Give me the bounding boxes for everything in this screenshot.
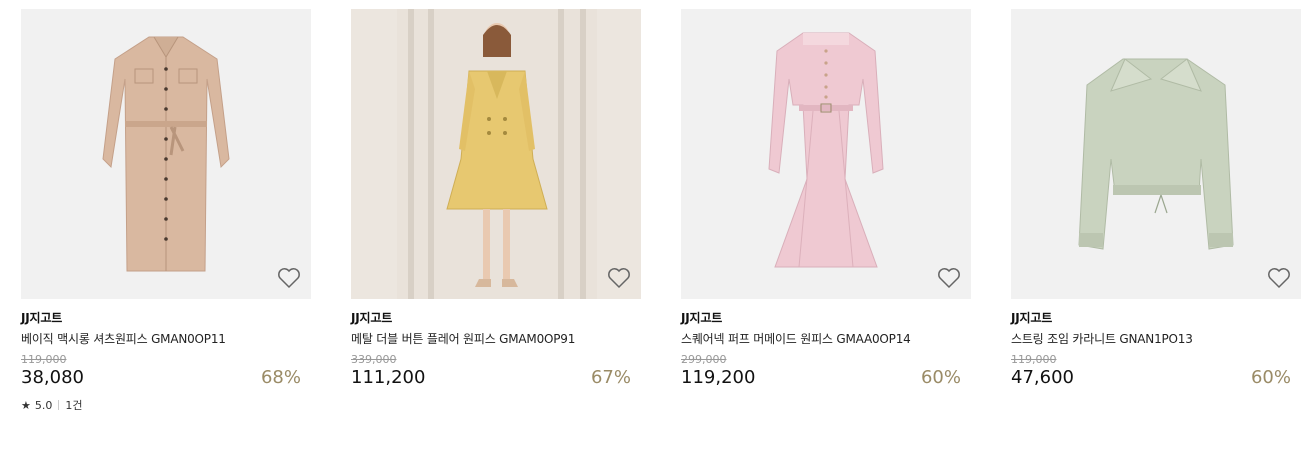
discount-rate: 67% [590,367,631,388]
discount-rate: 60% [920,367,961,388]
product-card[interactable]: JJ지고트 메탈 더블 버튼 플레어 원피스 GMAM0OP91 339,000… [351,9,641,389]
brand-name[interactable]: JJ지고트 [21,309,311,326]
original-price: 299,000 [681,353,727,366]
product-image[interactable] [1011,9,1301,299]
wishlist-heart-icon[interactable] [937,267,961,289]
sale-price: 119,200 [681,367,756,388]
product-name[interactable]: 스퀘어넥 퍼프 머메이드 원피스 GMAA0OP14 [681,330,971,347]
sale-price: 38,080 [21,367,84,388]
discount-rate: 68% [260,367,301,388]
product-image[interactable] [681,9,971,299]
brand-name[interactable]: JJ지고트 [351,309,641,326]
rating-value: 5.0 [34,398,53,412]
product-card[interactable]: JJ지고트 스퀘어넥 퍼프 머메이드 원피스 GMAA0OP14 299,000… [681,9,971,389]
wishlist-heart-icon[interactable] [277,267,301,289]
review-count: 1건 [65,399,83,412]
original-price: 339,000 [351,353,397,366]
brand-name[interactable]: JJ지고트 [1011,309,1301,326]
discount-rate: 60% [1250,367,1291,388]
sale-price: 111,200 [351,367,426,388]
original-price: 119,000 [1011,353,1057,366]
brand-name[interactable]: JJ지고트 [681,309,971,326]
original-price: 119,000 [21,353,67,366]
wishlist-heart-icon[interactable] [1267,267,1291,289]
product-name[interactable]: 메탈 더블 버튼 플레어 원피스 GMAM0OP91 [351,330,641,347]
product-image[interactable] [21,9,311,299]
product-image[interactable] [351,9,641,299]
divider [58,400,60,410]
product-card[interactable]: JJ지고트 베이직 맥시롱 셔츠원피스 GMAN0OP11 119,000 38… [21,9,311,413]
product-name[interactable]: 베이직 맥시롱 셔츠원피스 GMAN0OP11 [21,330,311,347]
sale-price: 47,600 [1011,367,1074,388]
product-grid: JJ지고트 베이직 맥시롱 셔츠원피스 GMAN0OP11 119,000 38… [0,0,1307,450]
product-card[interactable]: JJ지고트 스트링 조임 카라니트 GNAN1PO13 119,000 47,6… [1011,9,1301,389]
rating-summary: ★ 5.0 1건 [21,397,311,413]
product-name[interactable]: 스트링 조임 카라니트 GNAN1PO13 [1011,330,1301,347]
wishlist-heart-icon[interactable] [607,267,631,289]
star-icon: ★ [21,398,31,412]
